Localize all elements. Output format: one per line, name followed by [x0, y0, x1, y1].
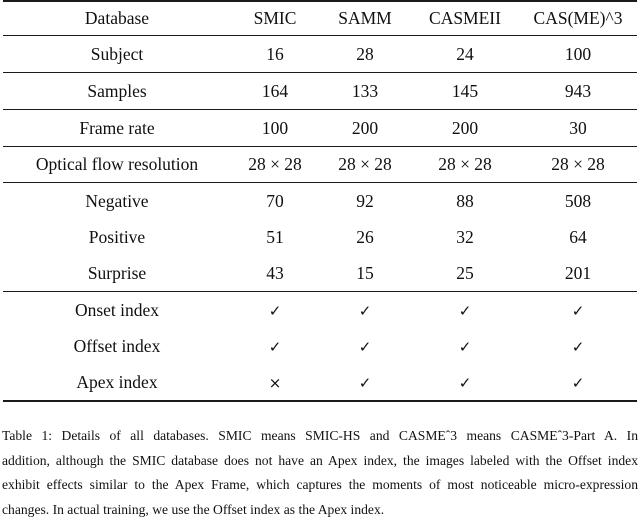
- cell-samples-smic: 164: [231, 72, 319, 110]
- check-icon: ✓: [268, 301, 282, 320]
- column-header-samm: SAMM: [319, 0, 411, 36]
- cell-positive-smic: 51: [266, 226, 284, 247]
- database-details-table-wrapper: Database SMIC SAMM CASMEII CAS(ME)^3 Sub…: [3, 0, 637, 402]
- cell-subject-samm: 28: [319, 35, 411, 73]
- cell-framerate-smic: 100: [231, 109, 319, 147]
- cell-negative-samm: 92: [319, 182, 411, 219]
- table-row: Offset index ✓ ✓ ✓ ✓: [3, 328, 637, 364]
- table-row: Subject 16 28 24 100: [3, 35, 637, 73]
- cell-offset-casme3: ✓: [519, 328, 637, 364]
- cell-framerate-casme3: 30: [519, 109, 637, 147]
- cell-positive-casme3: 64: [569, 226, 587, 247]
- check-icon: ✓: [358, 337, 372, 356]
- cell-onset-casme3: ✓: [519, 291, 637, 328]
- cell-positive-casmeii: 32: [456, 226, 474, 247]
- table-body: Database SMIC SAMM CASMEII CAS(ME)^3 Sub…: [3, 0, 637, 402]
- cell-apex-samm: ✓: [319, 364, 411, 402]
- table-row: Negative 70 92 88 508: [3, 182, 637, 219]
- row-label-subject: Subject: [3, 35, 231, 73]
- cell-surprise-smic: 43: [266, 262, 284, 283]
- table-row: Surprise 43 15 25 201: [3, 255, 637, 292]
- check-icon: ✓: [571, 301, 585, 320]
- cell-apex-casme3: ✓: [519, 364, 637, 402]
- table-row: Apex index × ✓ ✓ ✓: [3, 364, 637, 402]
- cell-onset-casmeii: ✓: [411, 291, 519, 328]
- row-label-offset-index: Offset index: [73, 335, 161, 356]
- cell-framerate-samm: 200: [319, 109, 411, 147]
- cell-samples-casme3: 943: [519, 72, 637, 110]
- row-label-frame-rate: Frame rate: [3, 109, 231, 147]
- cell-surprise-casme3: 201: [564, 262, 592, 283]
- row-label-positive: Positive: [88, 226, 146, 247]
- row-label-optical-flow-resolution: Optical flow resolution: [3, 146, 231, 183]
- cell-negative-casmeii: 88: [411, 182, 519, 219]
- cell-subject-casmeii: 24: [411, 35, 519, 73]
- column-header-casme3: CAS(ME)^3: [519, 0, 637, 36]
- cell-positive-samm: 26: [356, 226, 374, 247]
- cell-negative-casme3: 508: [519, 182, 637, 219]
- caption-line-3: exhibit effects similar to the Apex Fram…: [2, 477, 638, 492]
- check-icon: ✓: [458, 337, 472, 356]
- check-icon: ✓: [571, 337, 585, 356]
- caption-line-4: changes. In actual training, we use the …: [2, 501, 385, 517]
- check-icon: ✓: [358, 301, 372, 320]
- cell-opticalflow-casme3: 28 × 28: [519, 146, 637, 183]
- table-caption: Table 1: Details of all databases. SMIC …: [2, 424, 638, 522]
- column-header-database: Database: [3, 0, 231, 36]
- table-header-row: Database SMIC SAMM CASMEII CAS(ME)^3: [3, 0, 637, 36]
- cell-samples-casmeii: 145: [411, 72, 519, 110]
- cell-onset-smic: ✓: [231, 291, 319, 328]
- row-label-negative: Negative: [3, 182, 231, 219]
- cell-apex-smic: ×: [231, 364, 319, 402]
- cell-samples-samm: 133: [319, 72, 411, 110]
- row-label-apex-index: Apex index: [3, 364, 231, 402]
- column-header-casmeii: CASMEII: [411, 0, 519, 36]
- check-icon: ✓: [458, 373, 472, 392]
- table-row: Onset index ✓ ✓ ✓ ✓: [3, 291, 637, 328]
- cell-surprise-casmeii: 25: [456, 262, 474, 283]
- table-row: Optical flow resolution 28 × 28 28 × 28 …: [3, 146, 637, 183]
- table-row: Samples 164 133 145 943: [3, 72, 637, 110]
- table-row: Frame rate 100 200 200 30: [3, 109, 637, 147]
- check-icon: ✓: [268, 337, 282, 356]
- cell-negative-smic: 70: [231, 182, 319, 219]
- row-label-surprise: Surprise: [87, 262, 147, 283]
- cell-surprise-samm: 15: [356, 262, 374, 283]
- cross-icon: ×: [268, 373, 282, 392]
- cell-offset-casmeii: ✓: [411, 328, 519, 364]
- cell-opticalflow-smic: 28 × 28: [231, 146, 319, 183]
- cell-subject-smic: 16: [231, 35, 319, 73]
- cell-opticalflow-casmeii: 28 × 28: [411, 146, 519, 183]
- cell-subject-casme3: 100: [519, 35, 637, 73]
- cell-onset-samm: ✓: [319, 291, 411, 328]
- cell-offset-smic: ✓: [231, 328, 319, 364]
- cell-framerate-casmeii: 200: [411, 109, 519, 147]
- cell-offset-samm: ✓: [319, 328, 411, 364]
- check-icon: ✓: [358, 373, 372, 392]
- database-details-table: Database SMIC SAMM CASMEII CAS(ME)^3 Sub…: [3, 0, 637, 402]
- cell-opticalflow-samm: 28 × 28: [319, 146, 411, 183]
- row-label-samples: Samples: [3, 72, 231, 110]
- check-icon: ✓: [458, 301, 472, 320]
- caption-line-2: addition, although the SMIC database doe…: [2, 452, 638, 468]
- row-label-onset-index: Onset index: [3, 291, 231, 328]
- cell-apex-casmeii: ✓: [411, 364, 519, 402]
- table-row: Positive 51 26 32 64: [3, 219, 637, 255]
- caption-line-1: Table 1: Details of all databases. SMIC …: [2, 428, 638, 443]
- column-header-smic: SMIC: [231, 0, 319, 36]
- table-figure-page: Database SMIC SAMM CASMEII CAS(ME)^3 Sub…: [0, 0, 640, 529]
- check-icon: ✓: [571, 373, 585, 392]
